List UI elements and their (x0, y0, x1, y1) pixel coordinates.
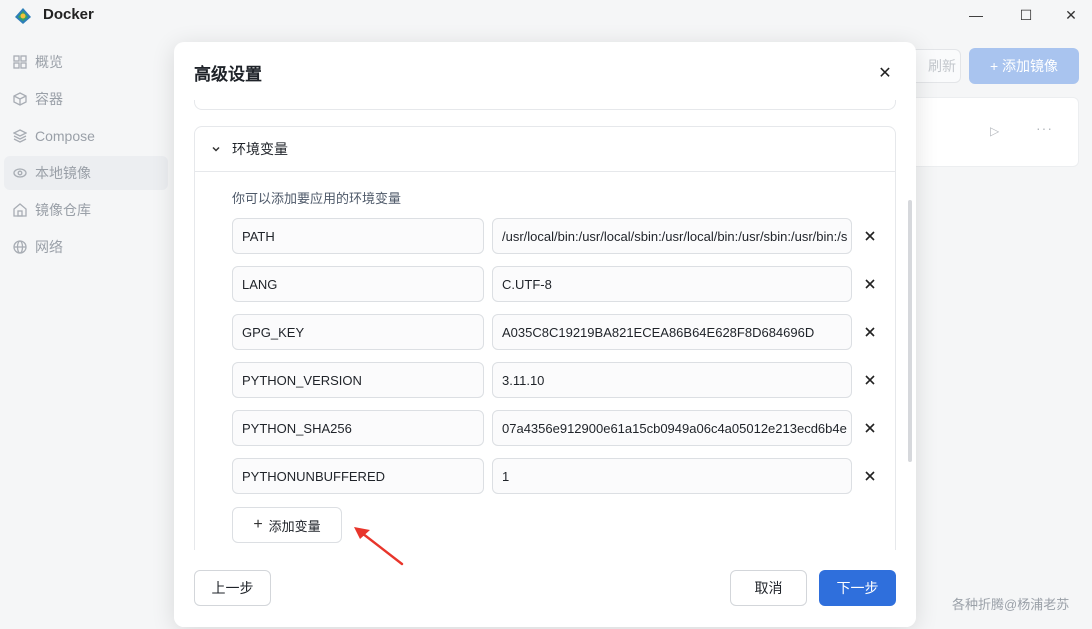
annotation-arrow-icon (354, 527, 404, 566)
env-variables-section: 环境变量 你可以添加要应用的环境变量 PATH /usr/local/bin:/… (194, 126, 896, 592)
add-variable-label: 添加变量 (268, 518, 321, 534)
globe-icon (12, 239, 28, 255)
delete-row-icon[interactable] (860, 274, 880, 294)
env-section-title: 环境变量 (232, 141, 288, 157)
delete-row-icon[interactable] (860, 418, 880, 438)
env-row: PYTHONUNBUFFERED 1 (232, 458, 892, 494)
delete-row-icon[interactable] (860, 226, 880, 246)
minimize-button[interactable]: — (953, 0, 999, 30)
cube-icon (12, 91, 28, 107)
env-key-input[interactable]: GPG_KEY (232, 314, 484, 350)
sidebar-item-label: 概览 (35, 54, 63, 70)
app-title: Docker (43, 6, 94, 23)
sidebar-item-overview[interactable]: 概览 (4, 45, 168, 79)
env-value-input[interactable]: 07a4356e912900e61a15cb0949a06c4a05012e21… (492, 410, 852, 446)
disc-icon (12, 165, 28, 181)
delete-row-icon[interactable] (860, 466, 880, 486)
home-icon (12, 202, 28, 218)
env-key-input[interactable]: PYTHON_VERSION (232, 362, 484, 398)
maximize-button[interactable]: ☐ (1003, 0, 1049, 30)
dialog-close-button[interactable]: ✕ (874, 62, 896, 84)
env-row: PYTHON_SHA256 07a4356e912900e61a15cb0949… (232, 410, 892, 446)
env-section-description: 你可以添加要应用的环境变量 (232, 191, 402, 206)
sidebar-item-label: 网络 (35, 239, 63, 255)
window-close-button[interactable]: ✕ (1048, 0, 1092, 30)
dialog-footer: 上一步 取消 下一步 (174, 550, 916, 627)
dialog-body: 环境变量 你可以添加要应用的环境变量 PATH /usr/local/bin:/… (174, 100, 916, 592)
watermark: 各种折腾@杨浦老苏 (952, 597, 1070, 612)
env-value-input[interactable]: A035C8C19219BA821ECEA86B64E628F8D684696D (492, 314, 852, 350)
env-value-input[interactable]: C.UTF-8 (492, 266, 852, 302)
sidebar-item-network[interactable]: 网络 (4, 230, 168, 264)
env-key-input[interactable]: PATH (232, 218, 484, 254)
layers-icon (12, 128, 28, 144)
advanced-settings-dialog: 高级设置 ✕ 环境变量 你可以添加要应用的环境变量 PATH /usr/loca… (174, 42, 916, 627)
sidebar-item-label: 镜像仓库 (35, 202, 91, 218)
more-icon[interactable]: ··· (1036, 120, 1053, 136)
env-key-input[interactable]: LANG (232, 266, 484, 302)
sidebar-item-local-images[interactable]: 本地镜像 (4, 156, 168, 190)
chevron-down-icon (208, 141, 224, 157)
env-value-input[interactable]: 3.11.10 (492, 362, 852, 398)
next-step-button[interactable]: 下一步 (819, 570, 896, 606)
sidebar-item-containers[interactable]: 容器 (4, 82, 168, 116)
env-section-header[interactable]: 环境变量 (195, 127, 895, 172)
sidebar-item-label: 本地镜像 (35, 165, 91, 181)
dialog-scrollbar[interactable] (908, 200, 912, 462)
env-row: PATH /usr/local/bin:/usr/local/sbin:/usr… (232, 218, 892, 254)
sidebar-item-compose[interactable]: Compose (4, 119, 168, 153)
delete-row-icon[interactable] (860, 322, 880, 342)
dialog-title: 高级设置 (194, 65, 262, 84)
env-value-input[interactable]: /usr/local/bin:/usr/local/sbin:/usr/loca… (492, 218, 852, 254)
plus-icon: + (253, 516, 263, 533)
sidebar-item-registry[interactable]: 镜像仓库 (4, 193, 168, 227)
env-value-input[interactable]: 1 (492, 458, 852, 494)
previous-section-card (194, 100, 896, 110)
title-bar: Docker — ☐ ✕ (0, 0, 1092, 34)
env-row: PYTHON_VERSION 3.11.10 (232, 362, 892, 398)
cancel-button[interactable]: 取消 (730, 570, 807, 606)
sidebar-item-label: 容器 (35, 91, 63, 107)
grid-icon (12, 54, 28, 70)
add-image-button[interactable]: + 添加镜像 (969, 48, 1079, 84)
previous-step-button[interactable]: 上一步 (194, 570, 271, 606)
env-key-input[interactable]: PYTHONUNBUFFERED (232, 458, 484, 494)
play-icon[interactable]: ▷ (990, 124, 999, 138)
env-row: LANG C.UTF-8 (232, 266, 892, 302)
add-variable-button[interactable]: + 添加变量 (232, 507, 342, 543)
docker-logo-icon (15, 8, 31, 24)
sidebar: 概览 容器 Compose 本地镜像 镜像仓库 网络 (0, 42, 172, 264)
sidebar-item-label: Compose (35, 128, 95, 144)
delete-row-icon[interactable] (860, 370, 880, 390)
env-row: GPG_KEY A035C8C19219BA821ECEA86B64E628F8… (232, 314, 892, 350)
env-key-input[interactable]: PYTHON_SHA256 (232, 410, 484, 446)
